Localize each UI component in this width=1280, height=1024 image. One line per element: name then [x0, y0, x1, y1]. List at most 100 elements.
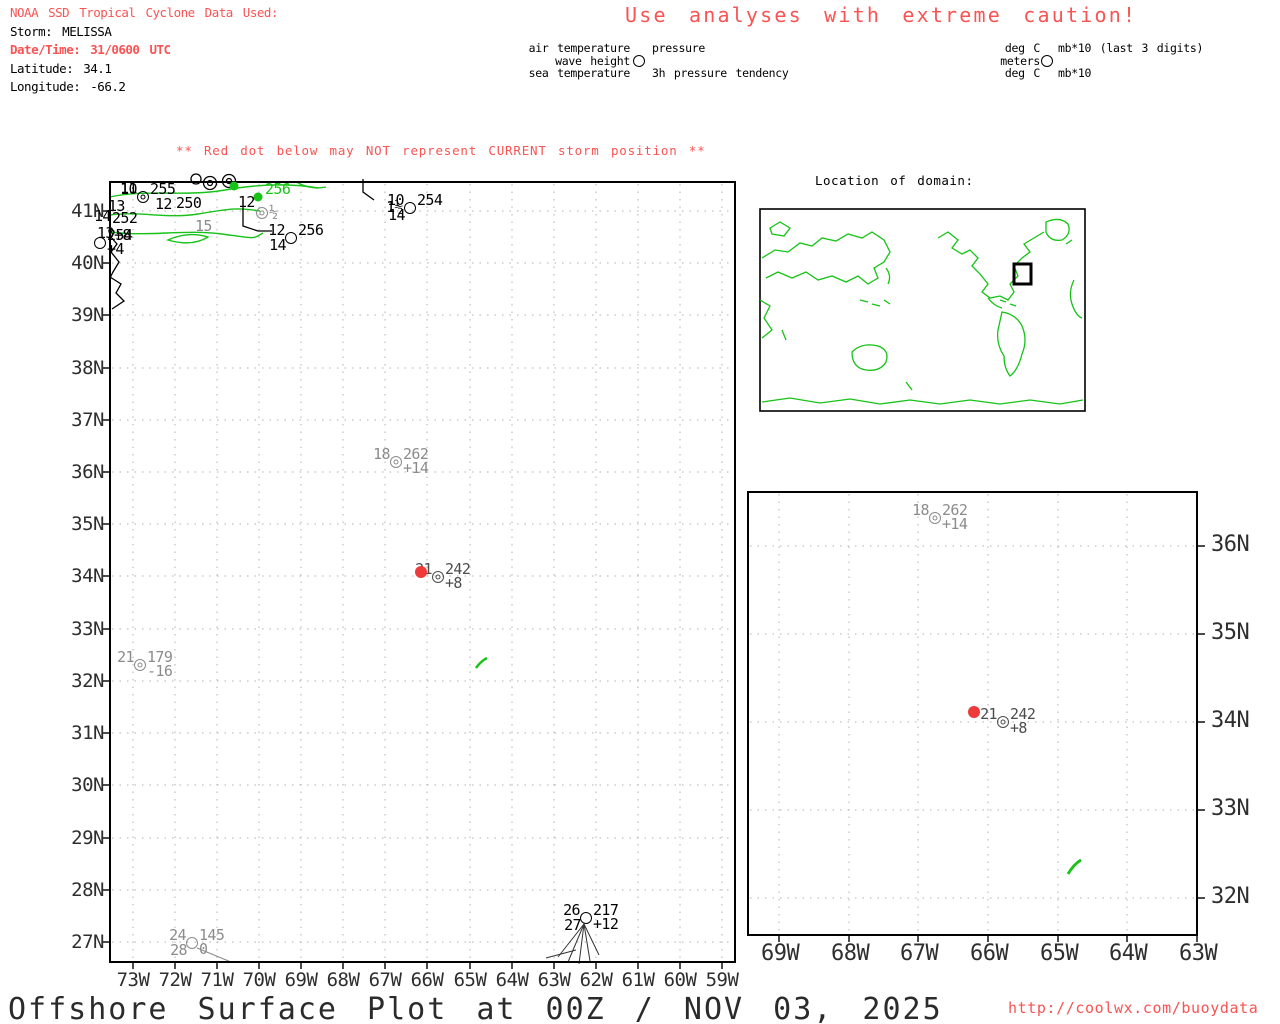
wind-streaks [196, 923, 600, 965]
x-axis-label: 70W [242, 969, 276, 991]
y-axis-label: 27N [71, 931, 104, 953]
y-axis-label: 33N [71, 618, 104, 640]
storm-info-block: NOAA SSD Tropical Cyclone Data Used: Sto… [10, 4, 278, 97]
station-pressure-tendency: +4 [107, 240, 124, 258]
x-axis-label: 69W [761, 941, 800, 966]
station-cluster-value: 252 [112, 209, 138, 227]
legend-station-circle-icon [633, 55, 645, 67]
y-axis-label: 31N [71, 722, 104, 744]
storm-datetime: Date/Time: 31/0600 UTC [10, 42, 171, 58]
x-axis-label: 67W [368, 969, 402, 991]
station-circle-icon [186, 937, 198, 949]
caution-headline: Use analyses with extreme caution! [625, 3, 1138, 27]
legend-pressure: pressure [652, 41, 705, 55]
y-axis-label: 35N [71, 513, 104, 535]
x-axis-label: 63W [537, 969, 571, 991]
x-axis-label: 72W [158, 969, 192, 991]
station-air-temp: 21 [117, 648, 134, 666]
dot-red-icon [415, 566, 427, 578]
bermuda-coast-main [475, 656, 488, 669]
station-cluster-value: 12 [155, 195, 172, 213]
x-axis-label: 68W [326, 969, 360, 991]
y-axis-label: 32N [71, 670, 104, 692]
station-pressure-tendency: +14 [942, 515, 968, 533]
station-cluster-value: 14 [94, 207, 111, 225]
y-axis-label: 32N [1211, 884, 1250, 909]
y-axis-label: 33N [1211, 796, 1250, 821]
dot-green-icon [229, 181, 239, 191]
y-axis-label: 39N [71, 304, 104, 326]
x-axis-label: 65W [1040, 941, 1079, 966]
station-pressure: 256 [298, 221, 324, 239]
x-axis-label: 61W [621, 969, 655, 991]
station-air-temp: 18 [373, 445, 390, 463]
station-inner-circle-icon [140, 194, 146, 200]
station-cluster-value: 13 [97, 224, 114, 242]
station-pressure: 256 [265, 180, 291, 198]
station-circle-icon [285, 232, 297, 244]
world-inset-title: Location of domain: [815, 173, 974, 188]
legend-units-circle-icon [1041, 55, 1053, 67]
x-axis-label: 62W [579, 969, 613, 991]
station-air-temp: 18 [912, 501, 929, 519]
y-axis-label: 37N [71, 409, 104, 431]
station-sea-temp: 27 [564, 916, 581, 934]
station-pressure: 254 [417, 191, 443, 209]
legend-units-tendency: mb*10 [1058, 66, 1092, 80]
x-axis-label: 63W [1179, 941, 1218, 966]
legend-pressure-tendency: 3h pressure tendency [652, 66, 789, 80]
y-axis-label: 29N [71, 827, 104, 849]
station-inner-circle-icon [435, 574, 441, 580]
station-air-temp: 21 [980, 705, 997, 723]
station-inner-circle-icon [137, 662, 143, 668]
y-axis-label: 30N [71, 774, 104, 796]
storm-data-source: NOAA SSD Tropical Cyclone Data Used: [10, 5, 278, 20]
x-axis-label: 71W [200, 969, 234, 991]
y-axis-label: 36N [71, 461, 104, 483]
station-inner-circle-icon [932, 515, 938, 521]
station-cluster-value: 11 [120, 179, 137, 197]
y-axis-label: 35N [1211, 620, 1250, 645]
station-inner-circle-icon [1000, 719, 1006, 725]
station-cluster-value: 12 [238, 193, 255, 211]
station-pressure-tendency: +8 [445, 574, 462, 592]
site-url-link[interactable]: http://coolwx.com/buoydata [1008, 999, 1258, 1017]
station-pressure-tendency: +8 [1010, 719, 1027, 737]
station-sea-temp: 28 [170, 941, 187, 959]
legend-units-sea: deg C [1004, 66, 1040, 80]
legend-sea-temperature: sea temperature [528, 66, 631, 80]
plot-title: Offshore Surface Plot at 00Z / NOV 03, 2… [8, 992, 943, 1024]
station-cluster-value: 250 [176, 194, 202, 212]
y-axis-label: 40N [71, 252, 104, 274]
x-axis-label: 64W [1109, 941, 1148, 966]
station-sea-temp: 14 [269, 236, 286, 254]
legend-units-air: deg C [1004, 41, 1040, 55]
x-axis-label: 69W [284, 969, 318, 991]
x-axis-label: 68W [831, 941, 870, 966]
x-axis-label: 59W [705, 969, 739, 991]
y-axis-label: 34N [1211, 708, 1250, 733]
x-axis-label: 67W [900, 941, 939, 966]
station-inner-circle-icon [259, 210, 265, 216]
station-cluster-value: +8 [114, 226, 131, 244]
y-axis-label: 36N [1211, 532, 1250, 557]
y-axis-label: 28N [71, 879, 104, 901]
station-cluster-value: 15 [195, 217, 212, 235]
station-inner-circle-icon [393, 459, 399, 465]
station-pressure-tendency: +14 [403, 459, 429, 477]
station-circle-icon [580, 912, 592, 924]
y-axis-label: 38N [71, 357, 104, 379]
station-sea-temp: 14 [388, 206, 405, 224]
storm-latitude: Latitude: 34.1 [10, 60, 112, 76]
x-axis-label: 60W [663, 969, 697, 991]
legend-air-temperature: air temperature [528, 41, 631, 55]
x-axis-label: 73W [116, 969, 150, 991]
buoy-plot-page: NOAA SSD Tropical Cyclone Data Used: Sto… [0, 0, 1280, 1024]
x-axis-label: 64W [495, 969, 529, 991]
legend-units-pressure: mb*10 (last 3 digits) [1058, 41, 1204, 55]
bermuda-coast-inset [1066, 858, 1082, 875]
dot-red-icon [968, 706, 980, 718]
station-circle-icon [404, 202, 416, 214]
storm-name: Storm: MELISSA [10, 23, 112, 39]
station-pressure-tendency: 0 [199, 940, 208, 958]
